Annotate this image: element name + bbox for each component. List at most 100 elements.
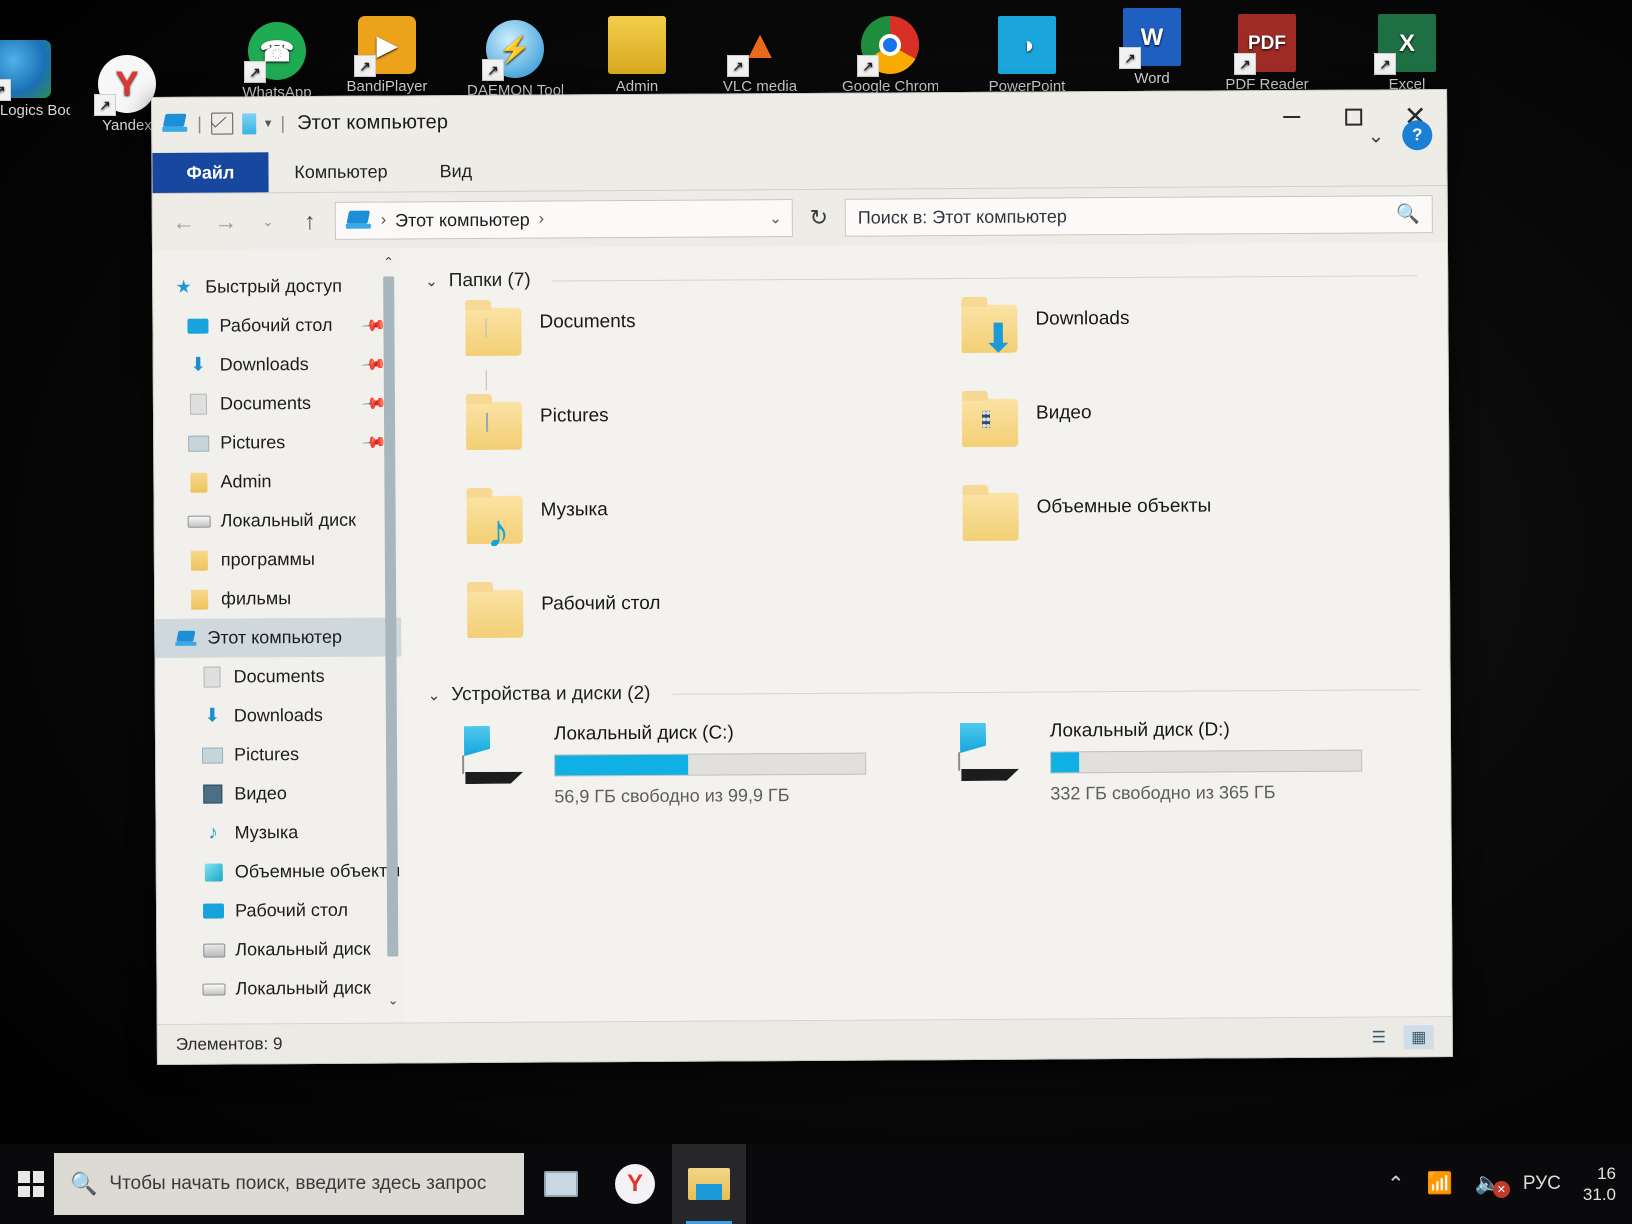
- tab-computer[interactable]: Компьютер: [268, 151, 413, 192]
- address-dropdown-caret-icon[interactable]: ⌄: [769, 209, 782, 227]
- desktop-icon-chrome[interactable]: ↗ Google Chrome: [842, 16, 938, 95]
- folder-tile[interactable]: Объемные объекты: [922, 484, 1419, 581]
- desktop-icon-vlc[interactable]: ▲ ↗ VLC media: [712, 16, 808, 96]
- help-button[interactable]: ?: [1402, 120, 1433, 151]
- sidebar-item-label: Pictures: [234, 744, 300, 765]
- scroll-down-icon[interactable]: ⌄: [387, 991, 400, 1008]
- chevron-down-icon[interactable]: ⌄: [425, 272, 438, 290]
- search-icon[interactable]: 🔍: [1396, 202, 1420, 226]
- system-tray[interactable]: ⌃ 📶 🔈 ✕ РУС 16 31.0: [1387, 1144, 1632, 1224]
- drive-tile[interactable]: Локальный диск (C:) 56,9 ГБ свободно из …: [428, 713, 925, 820]
- refresh-button[interactable]: ↻: [801, 199, 837, 237]
- ribbon-tabs[interactable]: Файл Компьютер Вид ⌄ ?: [152, 120, 1447, 194]
- sidebar-item-pc-video[interactable]: Видео: [156, 773, 402, 814]
- desktop-icon-daemon-tools[interactable]: ⚡ ↗ DAEMON Tools: [467, 20, 563, 99]
- desktop-icon-bandiplayer[interactable]: ▶ ↗ BandiPlayer: [339, 16, 435, 95]
- sidebar-item-this-pc[interactable]: Этот компьютер: [155, 617, 402, 658]
- sidebar-item-desktop[interactable]: Рабочий стол 📌: [153, 305, 399, 346]
- toolbar-divider: |: [280, 112, 286, 133]
- sidebar-item-documents[interactable]: Documents 📌: [154, 383, 400, 424]
- sidebar-item-pictures[interactable]: Pictures 📌: [154, 422, 400, 463]
- file-list-pane[interactable]: ⌄ Папки (7) Documents ⬇ Downloads Pictur…: [398, 242, 1452, 1023]
- whatsapp-icon: ☎ ↗: [244, 22, 306, 83]
- properties-icon[interactable]: [210, 112, 233, 135]
- taskbar-item-task-view[interactable]: [524, 1144, 598, 1224]
- sidebar-item-pc-3d-objects[interactable]: Объемные объекты: [157, 851, 403, 892]
- breadcrumb-separator-icon[interactable]: ›: [539, 211, 544, 229]
- file-explorer-window[interactable]: | ▾ | Этот компьютер ✕ Файл Компьютер Ви…: [151, 89, 1453, 1065]
- sidebar-item-pc-pictures[interactable]: Pictures: [156, 734, 402, 775]
- back-button[interactable]: ←: [167, 205, 201, 239]
- sidebar-item-pc-desktop[interactable]: Рабочий стол: [157, 890, 403, 931]
- pictures-icon: [200, 744, 225, 766]
- recent-locations-button[interactable]: ⌄: [251, 204, 285, 238]
- start-button[interactable]: [0, 1144, 62, 1224]
- downloads-icon: ⬇: [204, 705, 221, 727]
- taskbar[interactable]: 🔍 Чтобы начать поиск, введите здесь запр…: [0, 1144, 1632, 1224]
- desktop-icon-admin[interactable]: Admin: [589, 16, 685, 95]
- desktop-icon-auslogics[interactable]: ↗ AusLogics BoostSpeed: [0, 40, 70, 119]
- sidebar-item-pc-music[interactable]: ♪ Музыка: [156, 812, 402, 853]
- minimize-button[interactable]: [1260, 91, 1322, 143]
- taskbar-item-yandex[interactable]: Y: [598, 1144, 672, 1224]
- collapse-ribbon-caret-icon[interactable]: ⌄: [1367, 123, 1384, 148]
- window-title-bar[interactable]: | ▾ | Этот компьютер ✕: [152, 90, 1447, 150]
- wifi-icon[interactable]: 📶: [1427, 1172, 1453, 1196]
- folders-group-header[interactable]: ⌄ Папки (7): [425, 264, 1418, 292]
- this-pc-icon[interactable]: [346, 211, 372, 231]
- volume-muted-icon[interactable]: 🔈 ✕: [1475, 1172, 1510, 1198]
- sidebar-item-admin[interactable]: Admin: [154, 461, 400, 502]
- search-box[interactable]: Поиск в: Этот компьютер 🔍: [844, 195, 1433, 237]
- sidebar-item-downloads[interactable]: ⬇ Downloads 📌: [154, 344, 400, 385]
- desktop-icon-excel[interactable]: X ↗ Excel: [1359, 14, 1455, 93]
- taskbar-item-file-explorer[interactable]: [672, 1144, 746, 1224]
- folders-group-title: Папки (7): [448, 269, 531, 292]
- address-bar[interactable]: › Этот компьютер › ⌄: [334, 199, 793, 240]
- tab-file[interactable]: Файл: [152, 152, 269, 193]
- folder-tile[interactable]: Documents: [425, 299, 922, 396]
- desktop-icon-pdf[interactable]: PDF ↗ PDF Reader: [1219, 14, 1315, 93]
- taskbar-search-box[interactable]: 🔍 Чтобы начать поиск, введите здесь запр…: [54, 1153, 524, 1215]
- breadcrumb-this-pc[interactable]: Этот компьютер: [395, 209, 530, 231]
- new-folder-icon[interactable]: [241, 112, 256, 134]
- folder-tile[interactable]: Видео: [922, 390, 1419, 487]
- sidebar-item-pc-documents[interactable]: Documents: [155, 656, 401, 697]
- quick-access-toolbar[interactable]: | ▾ |: [162, 112, 285, 135]
- view-mode-buttons[interactable]: ☰ ▦: [1364, 1024, 1434, 1049]
- address-bar-row[interactable]: ← → ⌄ ↑ › Этот компьютер › ⌄ ↻ Поиск в: …: [152, 186, 1447, 250]
- tab-view[interactable]: Вид: [413, 151, 498, 192]
- desktop-icon-whatsapp[interactable]: ☎ ↗ WhatsApp: [229, 22, 325, 101]
- drive-tile[interactable]: Локальный диск (D:) 332 ГБ свободно из 3…: [924, 710, 1421, 817]
- sidebar-item-pc-downloads[interactable]: ⬇ Downloads: [156, 695, 402, 736]
- sidebar-item-quick-access[interactable]: ★ Быстрый доступ: [153, 266, 399, 307]
- drives-group-header[interactable]: ⌄ Устройства и диски (2): [428, 678, 1420, 706]
- folder-tile[interactable]: ♪ Музыка: [426, 487, 923, 584]
- large-icons-view-icon[interactable]: ▦: [1403, 1024, 1434, 1049]
- folder-tile[interactable]: ⬇ Downloads: [921, 296, 1418, 393]
- this-pc-icon[interactable]: [162, 114, 188, 134]
- ribbon-right-controls[interactable]: ⌄ ?: [1367, 120, 1433, 151]
- customize-toolbar-caret-icon[interactable]: ▾: [265, 115, 272, 131]
- drives-tiles[interactable]: Локальный диск (C:) 56,9 ГБ свободно из …: [428, 710, 1421, 820]
- desktop-icon-powerpoint[interactable]: ◑ PowerPoint: [979, 16, 1075, 95]
- sidebar-item-local-disk-qa[interactable]: Локальный диск: [155, 500, 401, 541]
- clock[interactable]: 16 31.0: [1583, 1163, 1620, 1205]
- window-body: ★ Быстрый доступ Рабочий стол 📌 ⬇ Downlo…: [152, 242, 1452, 1024]
- scroll-up-icon[interactable]: ⌃: [382, 253, 395, 270]
- show-hidden-icons-icon[interactable]: ⌃: [1387, 1172, 1405, 1197]
- details-view-icon[interactable]: ☰: [1364, 1025, 1394, 1049]
- language-indicator[interactable]: РУС: [1523, 1173, 1561, 1195]
- sidebar-item-films[interactable]: фильмы: [155, 578, 401, 619]
- chevron-down-icon[interactable]: ⌄: [428, 686, 441, 704]
- desktop-icon-word[interactable]: W ↗ Word: [1104, 8, 1200, 87]
- sidebar-item-programs[interactable]: программы: [155, 539, 401, 580]
- sidebar-item-pc-local-disk-d[interactable]: Локальный диск: [157, 968, 403, 1009]
- up-button[interactable]: ↑: [293, 204, 327, 238]
- navigation-pane[interactable]: ★ Быстрый доступ Рабочий стол 📌 ⬇ Downlo…: [152, 248, 404, 1024]
- sidebar-item-pc-local-disk-c[interactable]: Локальный диск: [157, 929, 403, 970]
- folder-tile[interactable]: Рабочий стол: [427, 581, 924, 678]
- forward-button[interactable]: →: [209, 204, 243, 238]
- folders-tiles[interactable]: Documents ⬇ Downloads Pictures Видео ♪ М…: [425, 296, 1419, 678]
- star-icon: ★: [175, 276, 192, 297]
- folder-tile[interactable]: Pictures: [426, 393, 923, 490]
